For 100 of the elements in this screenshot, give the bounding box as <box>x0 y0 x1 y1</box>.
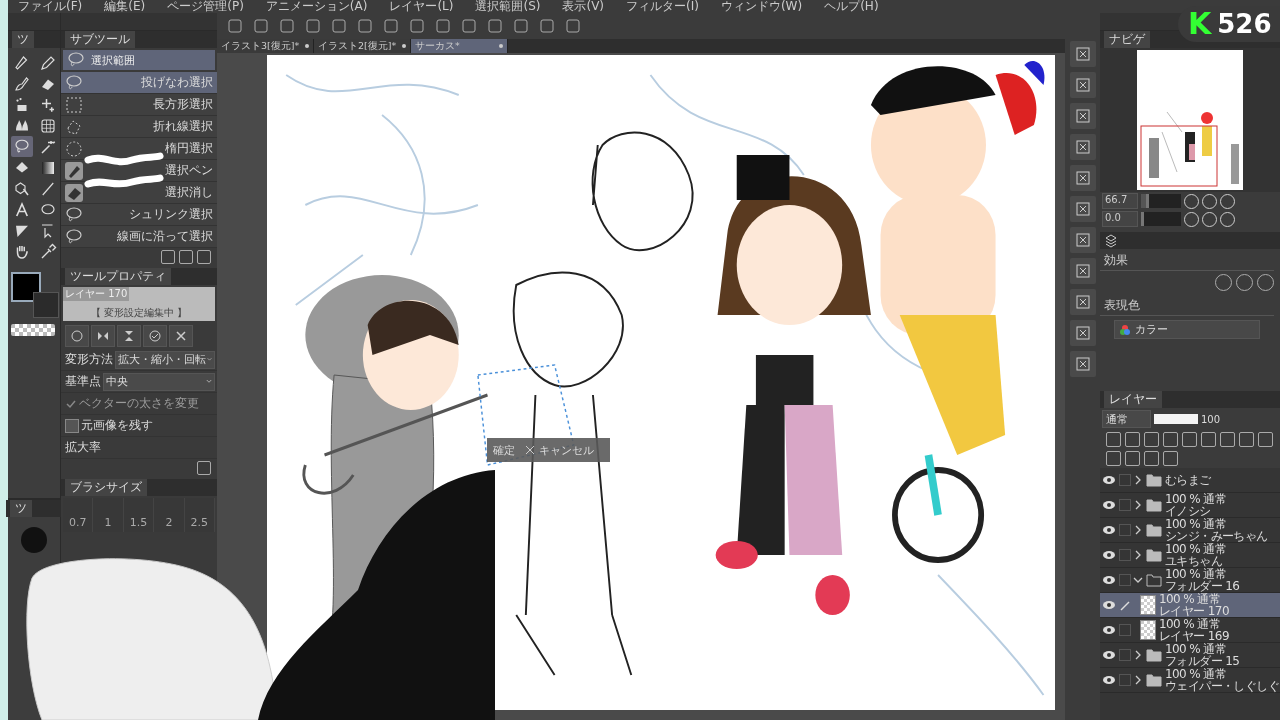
brush-size-option[interactable]: 2 <box>154 498 185 532</box>
subtool-item[interactable]: 楕円選択 <box>61 138 217 160</box>
canvas-thumbnail[interactable] <box>1137 50 1243 190</box>
menu-item[interactable]: 表示(V) <box>562 0 605 13</box>
menu-item[interactable]: 選択範囲(S) <box>475 0 541 13</box>
transparent-color-swatch[interactable] <box>11 324 55 336</box>
panel-icon[interactable] <box>1069 289 1096 315</box>
layer-tab[interactable]: レイヤー <box>1104 391 1162 408</box>
layer-row[interactable]: 100 % 通常 レイヤー 170 <box>1100 593 1280 618</box>
eye-icon[interactable] <box>1102 675 1116 685</box>
layer-row[interactable]: 100 % 通常 レイヤー 169 <box>1100 618 1280 643</box>
layer-tool-icon[interactable] <box>1163 432 1178 447</box>
menu-item[interactable]: ヘルプ(H) <box>824 0 879 13</box>
layer-tool-icon[interactable] <box>1125 451 1140 466</box>
eye-icon[interactable] <box>1102 575 1116 585</box>
lasso-tool-icon[interactable] <box>11 136 33 157</box>
confirm-icon[interactable] <box>143 325 167 347</box>
subtool-item[interactable]: 選択消し <box>61 182 217 204</box>
menu-item[interactable]: ページ管理(P) <box>167 0 244 13</box>
opacity-slider[interactable] <box>1154 414 1198 424</box>
toolbar-icon[interactable] <box>303 16 323 36</box>
sub-color-swatch[interactable] <box>33 292 59 318</box>
document-tab[interactable]: イラスト3[復元]* <box>217 39 314 53</box>
menu-item[interactable]: フィルター(I) <box>626 0 699 13</box>
brush-size-option[interactable]: 0.7 <box>63 498 94 532</box>
menu-item[interactable]: 編集(E) <box>104 0 146 13</box>
panel-icon[interactable] <box>1069 134 1096 160</box>
checkbox[interactable] <box>65 418 79 433</box>
flip-horizontal-icon[interactable] <box>91 325 115 347</box>
layer-tool-icon[interactable] <box>1182 432 1197 447</box>
toolbar-icon[interactable] <box>355 16 375 36</box>
layer-tool-icon[interactable] <box>1201 432 1216 447</box>
eye-icon[interactable] <box>1102 550 1116 560</box>
brush-size-option[interactable]: 2.5 <box>184 498 215 532</box>
confirm-button[interactable]: 確定 <box>491 440 517 460</box>
document-tab[interactable]: イラスト2[復元]* <box>314 39 411 53</box>
chevron-icon[interactable] <box>1133 575 1143 585</box>
tool-property-tab[interactable]: ツールプロパティ <box>65 268 171 285</box>
layer-tool-icon[interactable] <box>1258 432 1273 447</box>
panel-icon[interactable] <box>1069 72 1096 98</box>
subtool-item[interactable]: 線画に沿って選択 <box>61 226 217 248</box>
cancel-button[interactable]: キャンセル <box>523 440 596 460</box>
layer-row[interactable]: 100 % 通常 フォルダー 15 <box>1100 643 1280 668</box>
brush-size-option[interactable]: 1 <box>93 498 124 532</box>
layer-tool-icon[interactable] <box>1220 432 1235 447</box>
menu-item[interactable]: アニメーション(A) <box>265 0 368 13</box>
panel-icon[interactable] <box>1069 41 1096 67</box>
panel-icon[interactable] <box>1069 103 1096 129</box>
panel-icon[interactable] <box>1069 351 1096 377</box>
subtool-item[interactable]: シュリンク選択 <box>61 204 217 226</box>
toolbar-icon[interactable] <box>563 16 583 36</box>
chevron-icon[interactable] <box>1133 675 1143 685</box>
eye-icon[interactable] <box>1102 650 1116 660</box>
zoom-field[interactable]: 66.7 <box>1102 193 1138 209</box>
trash-icon[interactable] <box>197 250 211 264</box>
rotation-field[interactable]: 0.0 <box>1102 211 1138 227</box>
close-icon[interactable] <box>169 325 193 347</box>
toolbar-icon[interactable] <box>329 16 349 36</box>
toolbar-icon[interactable] <box>485 16 505 36</box>
toolbar-icon[interactable] <box>511 16 531 36</box>
layer-tool-icon[interactable] <box>1144 432 1159 447</box>
toolbar-icon[interactable] <box>433 16 453 36</box>
toolbar-icon[interactable] <box>381 16 401 36</box>
chevron-icon[interactable] <box>1133 650 1143 660</box>
layer-tool-icon[interactable] <box>1239 432 1254 447</box>
eye-icon[interactable] <box>1102 475 1116 485</box>
document-tab[interactable]: サーカス* <box>411 39 508 53</box>
add-icon[interactable] <box>179 250 193 264</box>
layer-row[interactable]: 100 % 通常 シンジ・みーちゃん <box>1100 518 1280 543</box>
layer-row[interactable]: むらまご <box>1100 468 1280 493</box>
panel-icon[interactable] <box>1069 165 1096 191</box>
subtool-item[interactable]: 投げなわ選択 <box>61 72 217 94</box>
eye-icon[interactable] <box>1102 625 1116 635</box>
layers-icon[interactable] <box>1104 233 1118 248</box>
layer-row[interactable]: 100 % 通常 ウェイパー・しぐしぐ <box>1100 668 1280 693</box>
chevron-icon[interactable] <box>1133 500 1143 510</box>
layer-tool-icon[interactable] <box>1144 451 1159 466</box>
menu-item[interactable]: ウィンドウ(W) <box>720 0 803 13</box>
panel-icon[interactable] <box>1069 196 1096 222</box>
toolbar-icon[interactable] <box>225 16 245 36</box>
property-dropdown[interactable]: 中央 <box>103 372 215 391</box>
property-dropdown[interactable]: 拡大・縮小・回転 <box>115 350 215 369</box>
subtool-item[interactable]: 長方形選択 <box>61 94 217 116</box>
subtool-tab[interactable]: サブツール <box>65 31 135 48</box>
layer-row[interactable]: 100 % 通常 ユキちゃん <box>1100 543 1280 568</box>
layer-tool-icon[interactable] <box>1163 451 1178 466</box>
brush-size-tab[interactable]: ブラシサイズ <box>65 479 147 496</box>
toolbar-icon[interactable] <box>251 16 271 36</box>
subtool-group[interactable]: 選択範囲 <box>63 50 215 70</box>
copy-icon[interactable] <box>161 250 175 264</box>
chevron-icon[interactable] <box>1133 475 1143 485</box>
layer-row[interactable]: 100 % 通常 イノシシ <box>1100 493 1280 518</box>
color-mode-dropdown[interactable]: カラー <box>1114 320 1260 339</box>
blend-mode-dropdown[interactable]: 通常 <box>1102 410 1151 428</box>
chevron-icon[interactable] <box>1133 525 1143 535</box>
tool-panel-tab[interactable]: ツ <box>12 31 34 48</box>
toolbar-icon[interactable] <box>277 16 297 36</box>
menu-item[interactable]: レイヤー(L) <box>389 0 454 13</box>
toolbar-icon[interactable] <box>459 16 479 36</box>
panel-tab[interactable]: ツ <box>10 500 32 517</box>
